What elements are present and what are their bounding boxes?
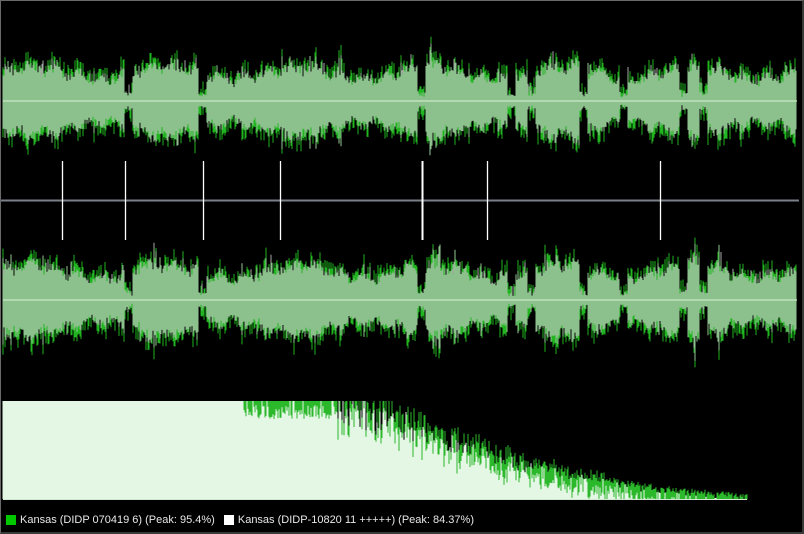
legend: Kansas (DIDP 070419 6) (Peak: 95.4%) Kans… [6, 511, 483, 529]
legend-label: Kansas (DIDP-10820 11 +++++) (Peak: 84.3… [237, 514, 474, 526]
white-square-icon [223, 515, 234, 525]
audio-compare-window: Kansas (DIDP 070419 6) (Peak: 95.4%) Kans… [0, 0, 804, 534]
legend-entry: Kansas (DIDP 070419 6) (Peak: 95.4%) [6, 514, 215, 526]
spectrum-bars [2, 401, 743, 499]
bottom-waveform-body [2, 243, 797, 361]
green-square-icon [6, 515, 16, 525]
legend-label: Kansas (DIDP 070419 6) (Peak: 95.4%) [20, 514, 215, 526]
waveform-display [1, 36, 799, 500]
legend-entry: Kansas (DIDP-10820 11 +++++) (Peak: 84.3… [223, 514, 474, 526]
